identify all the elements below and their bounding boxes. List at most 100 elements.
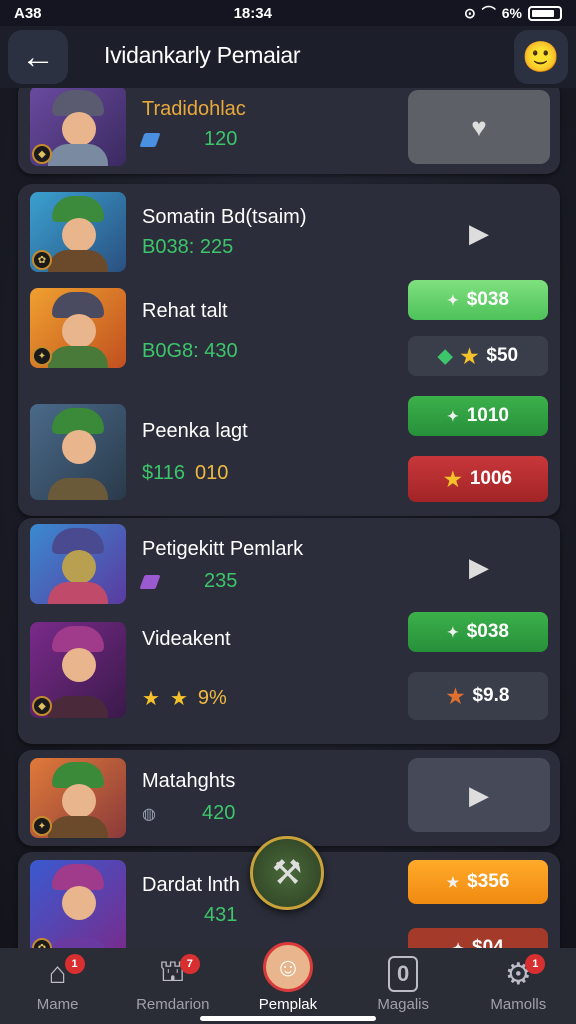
star-price-button[interactable]: ★ 1006	[408, 456, 548, 502]
game-score: B0G8: 430	[142, 340, 238, 362]
list-item[interactable]: ✿ Somatin Bd(tsaim) B038: 225 ▶	[18, 184, 560, 284]
nav-label: Remdarion	[136, 996, 210, 1013]
game-title: Matahghts	[142, 770, 236, 792]
play-icon: ▶	[469, 217, 489, 248]
battery-label: 6%	[501, 5, 522, 21]
nav-item-home[interactable]: ⌂ 1 Mame	[3, 954, 113, 1013]
nav-label: Pemplak	[258, 996, 318, 1013]
app-header: ← Ividankarly Pemaiar 🙂	[0, 26, 576, 88]
sparkle-icon: ✦	[452, 939, 465, 949]
battery-icon	[528, 5, 562, 21]
game-title: Tradidohlac	[142, 98, 246, 120]
level-badge: ✦	[32, 346, 52, 366]
list-item[interactable]: ◆ Videakent ★ ★ 9% ✦ $038 ★ $9.8	[18, 612, 560, 744]
nav-badge: 1	[525, 954, 546, 974]
game-title: Petigekitt Pemlark	[142, 538, 304, 560]
price-label: $038	[466, 621, 509, 642]
game-title: Videakent	[142, 628, 231, 650]
status-bar: A38 18:34 ⊙ ⌒ 6%	[0, 0, 576, 26]
favorite-button[interactable]: ♥	[408, 90, 550, 164]
game-score: 431	[204, 904, 238, 926]
status-icons: ⊙ ⌒ 6%	[464, 3, 562, 23]
game-title: Dardat lnth	[142, 874, 240, 896]
level-badge: ✿	[32, 938, 52, 948]
hammer-fab-button[interactable]: ⚒	[250, 836, 324, 910]
play-button[interactable]: ▶	[408, 196, 550, 270]
play-icon: ▶	[469, 551, 489, 582]
sparkle-icon: ✦	[446, 623, 459, 640]
page-title: Ividankarly Pemaiar	[104, 42, 301, 68]
nav-item-magalis[interactable]: 0 Magalis	[348, 956, 458, 1013]
status-left: A38	[14, 4, 42, 22]
level-badge: ✦	[32, 816, 52, 836]
game-avatar: ✦	[30, 758, 126, 838]
price-label: $9.8	[472, 685, 510, 706]
price-label: 1010	[466, 405, 509, 426]
avatar-icon: ☺	[262, 942, 313, 992]
list-panel: Petigekitt Pemlark 235 ▶ ◆ Videakent ★ ★…	[18, 518, 560, 744]
game-avatar	[30, 524, 126, 604]
nav-item-store[interactable]: ⛫ 7 Remdarion	[118, 954, 228, 1013]
profile-button[interactable]: 🙂	[514, 30, 568, 84]
star-icon: ★	[446, 873, 460, 890]
game-title: Somatin Bd(tsaim)	[142, 206, 307, 228]
hammer-icon: ⚒	[271, 854, 303, 892]
list-item[interactable]: ✦ Matahghts ◍ 420 ▶	[18, 750, 560, 846]
status-time: 18:34	[233, 4, 272, 22]
price-label: $038	[466, 289, 509, 310]
buy-button[interactable]: ✦ $038	[408, 280, 548, 320]
home-indicator	[200, 1016, 376, 1021]
star-price-button[interactable]: ✦ $04	[408, 928, 548, 948]
game-score: 420	[201, 802, 236, 824]
play-button[interactable]: ▶	[408, 758, 550, 832]
star-icon: ★	[460, 345, 479, 368]
game-avatar: ✦	[30, 288, 126, 368]
game-score: 120	[204, 128, 238, 150]
face-icon: 🙂	[522, 40, 560, 74]
zero-icon: 0	[388, 956, 419, 992]
game-title: Rehat talt	[142, 300, 228, 322]
game-avatar	[30, 404, 126, 500]
game-avatar: ✿	[30, 192, 126, 272]
list-panel: ✿ Somatin Bd(tsaim) B038: 225 ▶ ✦ Rehat …	[18, 184, 560, 516]
game-stats: $116 010	[142, 462, 228, 485]
price-label: $50	[486, 345, 519, 366]
play-button[interactable]: ▶	[408, 530, 550, 604]
nav-label: Mame	[36, 996, 79, 1013]
game-stats: ★ ★ 9%	[142, 686, 227, 711]
game-list: ◆ Tradidohlac 120 ♥ ✿ Somatin Bd(tsaim) …	[0, 88, 576, 948]
game-title: Peenka lagt	[142, 420, 248, 442]
diamond-icon: ◆	[437, 345, 453, 367]
wifi-icon: ⌒	[481, 5, 496, 21]
nav-badge: 7	[179, 954, 200, 974]
star-price-button[interactable]: ★ $9.8	[408, 672, 548, 720]
game-level: 010	[195, 462, 229, 484]
list-item[interactable]: ◆ Tradidohlac 120 ♥	[18, 88, 560, 174]
list-item[interactable]: Petigekitt Pemlark 235 ▶	[18, 518, 560, 618]
star-icon: ★	[443, 468, 462, 491]
level-badge: ✿	[32, 250, 52, 270]
list-item[interactable]: Peenka lagt $116 010 ✦ 1010 ★ 1006	[18, 394, 560, 516]
star-price-button[interactable]: ◆ ★ $50	[408, 336, 548, 376]
game-avatar: ◆	[30, 622, 126, 718]
nav-item-profile[interactable]: ☺ Pemplak	[233, 942, 343, 1013]
gem-icon	[139, 574, 161, 589]
buy-button[interactable]: ✦ $038	[408, 612, 548, 652]
price-label: $356	[467, 871, 510, 892]
list-item[interactable]: ✦ Rehat talt B0G8: 430 ✦ $038 ◆ ★ $50	[18, 280, 560, 394]
bottom-nav: ⌂ 1 Mame ⛫ 7 Remdarion ☺ Pemplak 0 Magal…	[0, 942, 576, 1024]
back-button[interactable]: ←	[8, 30, 68, 84]
nav-item-settings[interactable]: ⚙ 1 Mamolls	[463, 954, 573, 1013]
list-panel: ◆ Tradidohlac 120 ♥	[18, 88, 560, 174]
star-icon: ★	[142, 688, 160, 710]
game-stats: 235	[139, 570, 237, 593]
star-icon: ★	[446, 685, 465, 708]
buy-button[interactable]: ★ $356	[408, 860, 548, 904]
buy-button[interactable]: ✦ 1010	[408, 396, 548, 436]
alarm-icon: ⊙	[464, 4, 476, 21]
game-avatar: ◆	[30, 88, 126, 166]
gem-icon	[139, 132, 161, 147]
sparkle-icon: ✦	[446, 291, 459, 308]
play-icon: ▶	[469, 779, 489, 810]
game-score: $116	[142, 462, 186, 484]
